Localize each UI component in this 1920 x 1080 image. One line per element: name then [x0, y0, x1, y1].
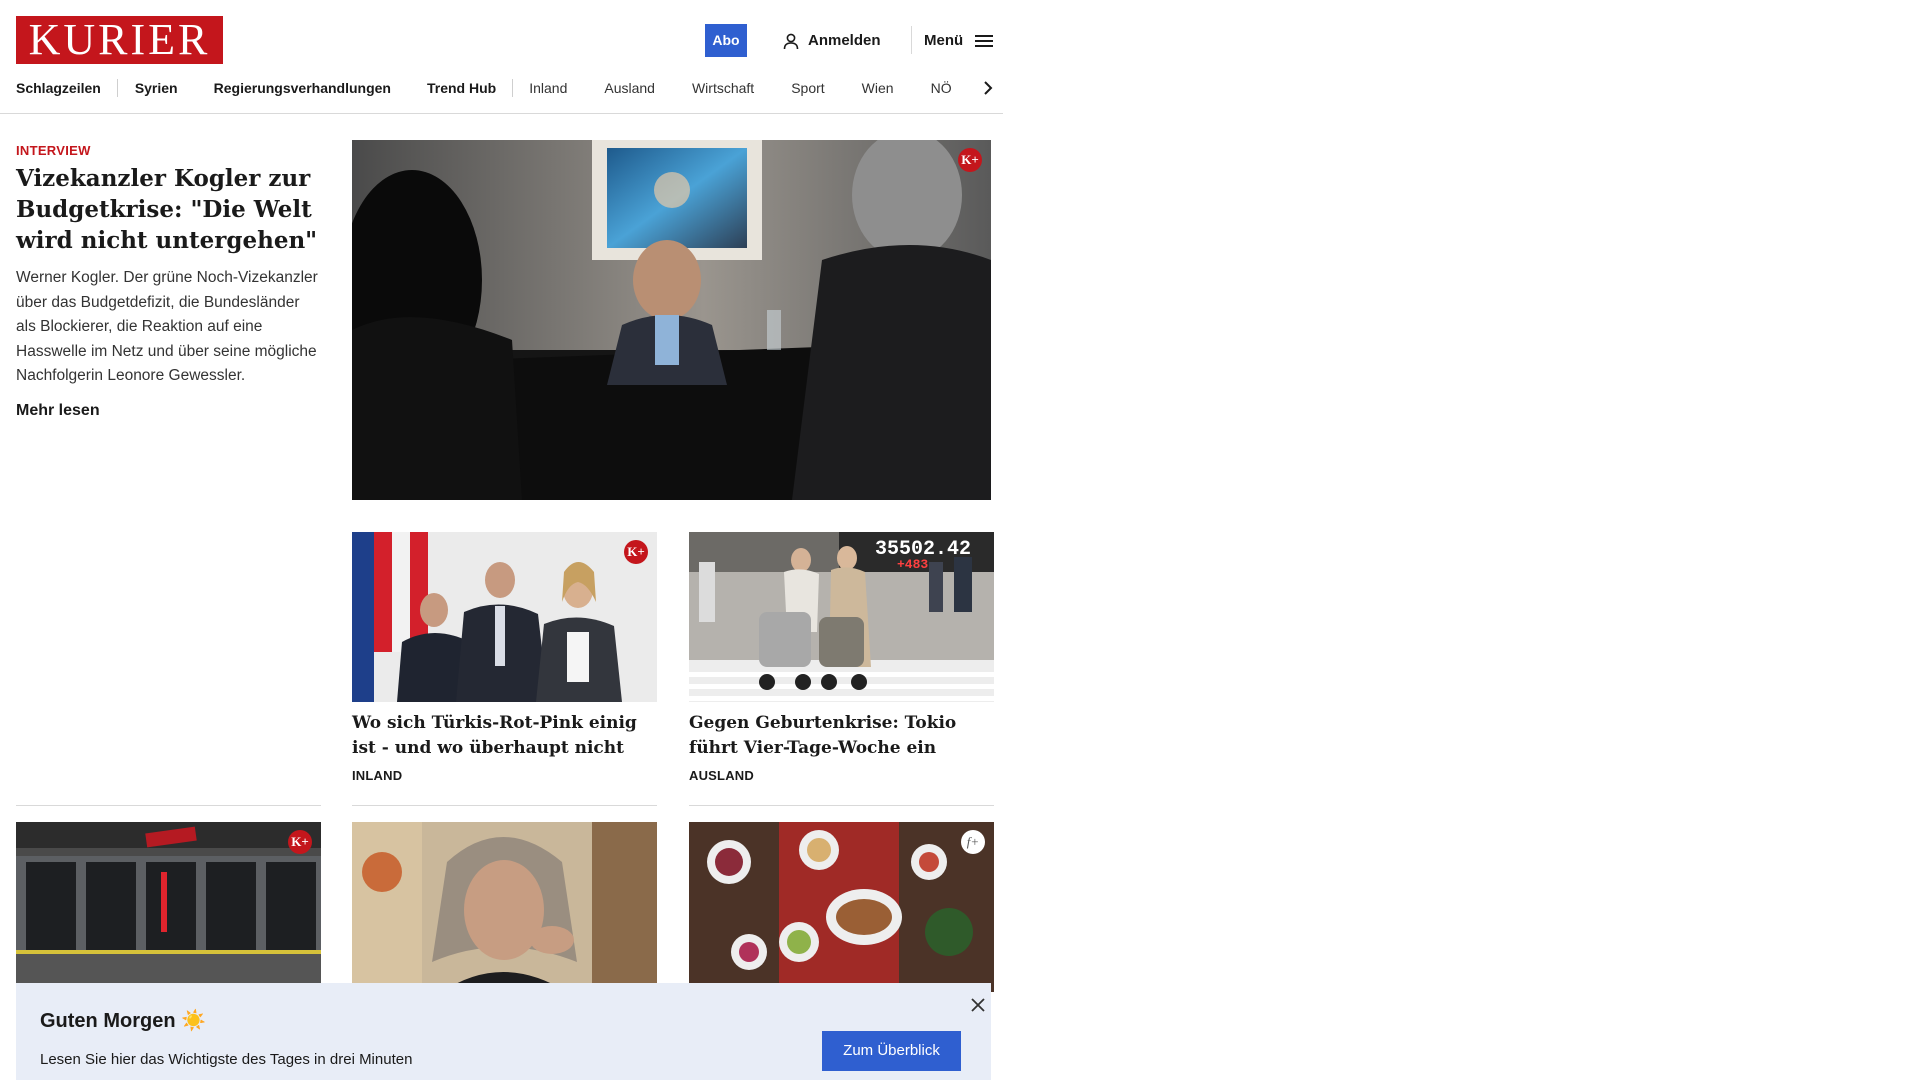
interview-photo: [352, 140, 991, 500]
press-conference-photo: [352, 532, 657, 702]
subway-station-photo: [16, 822, 321, 992]
card-image-portrait[interactable]: [352, 822, 657, 992]
menu-button[interactable]: Menü: [924, 24, 994, 57]
nav-item-wien[interactable]: Wien: [862, 80, 894, 96]
login-button[interactable]: Anmelden: [782, 24, 881, 57]
nav-item-noe[interactable]: NÖ: [931, 80, 952, 96]
section-nav: Schlagzeilen Syrien Regierungsverhandlun…: [16, 76, 991, 100]
nav-item-sport[interactable]: Sport: [791, 80, 824, 96]
hamburger-icon: [975, 34, 994, 47]
nav-item-inland[interactable]: Inland: [529, 80, 567, 96]
lead-teaser: Werner Kogler. Der grüne Noch-Vizekanzle…: [16, 269, 318, 384]
fplus-badge-icon: f+: [961, 830, 985, 854]
banner-title: Guten Morgen ☀️: [40, 1008, 206, 1033]
kurier-logo[interactable]: KURIER: [16, 16, 223, 64]
header-divider: [911, 26, 912, 54]
morning-briefing-banner: Guten Morgen ☀️ Lesen Sie hier das Wicht…: [16, 983, 991, 1080]
card-image-ubahn[interactable]: K+: [16, 822, 321, 992]
overview-button[interactable]: Zum Überblick: [822, 1031, 961, 1071]
read-more-link[interactable]: Mehr lesen: [16, 402, 100, 420]
christmas-dinner-photo: [689, 822, 994, 992]
nav-scroll-right[interactable]: [968, 76, 994, 100]
site-header: KURIER Abo Anmelden Menü Schlagzeilen Sy…: [0, 0, 1003, 114]
nav-divider: [116, 79, 118, 97]
sun-icon: ☀️: [181, 1010, 207, 1032]
banner-close-button[interactable]: [968, 995, 988, 1015]
portrait-photo: [352, 822, 657, 992]
divider: [689, 805, 994, 806]
banner-subtitle: Lesen Sie hier das Wichtigste des Tages …: [40, 1051, 413, 1068]
nav-item-syrien[interactable]: Syrien: [135, 80, 178, 96]
lead-headline[interactable]: Vizekanzler Kogler zur Budgetkrise: "Die…: [16, 163, 321, 256]
lead-kicker: INTERVIEW: [16, 143, 91, 158]
menu-label: Menü: [924, 32, 964, 49]
abo-button[interactable]: Abo: [705, 24, 747, 57]
lead-image[interactable]: K+: [352, 140, 991, 500]
divider: [352, 805, 657, 806]
nav-divider: [512, 79, 514, 97]
card-headline-ausland[interactable]: Gegen Geburtenkrise: Tokio führt Vier-Ta…: [689, 711, 994, 760]
kplus-badge-icon: K+: [288, 830, 312, 854]
kplus-badge-icon: K+: [958, 148, 982, 172]
tokyo-street-photo: 35502.42 +483.: [689, 532, 994, 702]
nav-item-regierungsverhandlungen[interactable]: Regierungsverhandlungen: [214, 80, 391, 96]
card-category-ausland[interactable]: AUSLAND: [689, 768, 754, 783]
card-image-ausland[interactable]: 35502.42 +483.: [689, 532, 994, 702]
banner-title-text: Guten Morgen: [40, 1010, 176, 1032]
card-headline-inland[interactable]: Wo sich Türkis-Rot-Pink einig ist - und …: [352, 711, 657, 760]
card-category-inland[interactable]: INLAND: [352, 768, 402, 783]
card-image-inland[interactable]: K+: [352, 532, 657, 702]
nav-item-schlagzeilen[interactable]: Schlagzeilen: [16, 80, 101, 96]
nav-item-ausland[interactable]: Ausland: [604, 80, 655, 96]
chevron-right-icon: [984, 81, 993, 95]
divider: [16, 805, 321, 806]
nav-item-trend-hub[interactable]: Trend Hub: [427, 80, 496, 96]
nav-item-wirtschaft[interactable]: Wirtschaft: [692, 80, 754, 96]
login-label: Anmelden: [808, 32, 881, 49]
card-image-food[interactable]: f+: [689, 822, 994, 992]
user-icon: [783, 33, 799, 49]
kplus-badge-icon: K+: [624, 540, 648, 564]
close-icon: [971, 998, 985, 1012]
